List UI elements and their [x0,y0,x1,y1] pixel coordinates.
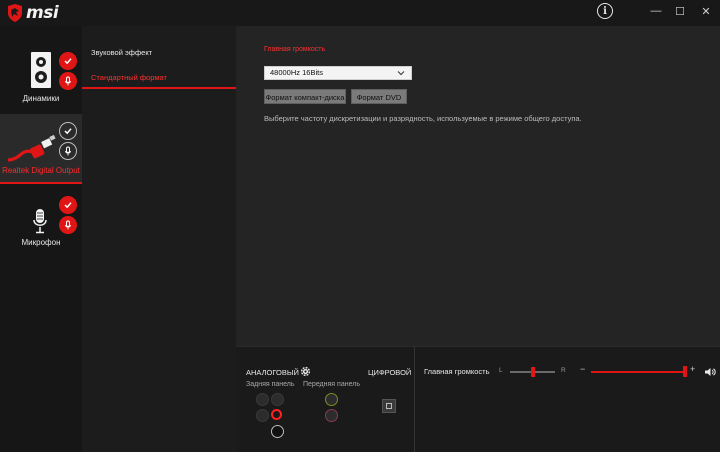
front-jack-headphone[interactable] [325,393,338,406]
volume-minus[interactable]: − [580,364,585,374]
device-list: Динамики Realtek Digital Output Микрофон [0,26,82,452]
msi-logo: msi [7,3,67,23]
maximize-button[interactable]: ☐ [669,2,691,20]
rear-jack-active[interactable] [271,409,282,420]
volume-slider-track[interactable] [591,371,685,373]
divider [414,347,415,452]
chevron-down-icon [397,71,405,76]
rear-jack[interactable] [271,425,284,438]
device-label: Микрофон [21,238,61,247]
format-dropdown[interactable]: 48000Hz 16Bits [264,66,412,80]
dragon-shield-icon [8,4,22,22]
analog-title: АНАЛОГОВЫЙ [246,368,299,377]
logo-text: msi [26,3,59,23]
settings-nav: Звуковой эффект Стандартный формат [82,26,236,452]
volume-slider-thumb[interactable] [683,366,687,377]
tab-sound-effect[interactable]: Звуковой эффект [91,48,152,57]
format-dropdown-value: 48000Hz 16Bits [270,68,323,77]
front-panel-label: Передняя панель [303,381,360,388]
rear-jack[interactable] [256,409,269,422]
cable-icon [7,134,56,162]
close-button[interactable]: ✕ [695,2,717,20]
device-digital-output[interactable]: Realtek Digital Output [0,114,82,184]
title-bar: msi i — ☐ ✕ [0,0,720,26]
master-volume-title: Главная громкость [424,367,490,376]
info-button[interactable]: i [597,3,613,19]
cd-format-button[interactable]: Формат компакт-диска [264,89,346,104]
rear-jack[interactable] [256,393,269,406]
default-comm-mic-icon[interactable] [59,72,77,90]
bottom-panel: АНАЛОГОВЫЙ ЦИФРОВОЙ Задняя панель Передн… [236,346,720,452]
default-device-check-icon[interactable] [59,52,77,70]
minimize-button[interactable]: — [645,2,667,20]
front-jack-mic[interactable] [325,409,338,422]
selected-tab-indicator [82,87,236,89]
spdif-jack-icon[interactable] [382,399,396,413]
default-comm-mic-icon[interactable] [59,142,77,160]
default-device-check-icon[interactable] [59,196,77,214]
device-label: Динамики [22,94,60,103]
help-text: Выберите частоту дискретизации и разрядн… [264,114,582,123]
rear-panel-label: Задняя панель [246,381,295,388]
rear-jack[interactable] [271,393,284,406]
default-format-panel: Главная громкость 48000Hz 16Bits Формат … [236,26,720,346]
default-comm-mic-icon[interactable] [59,216,77,234]
section-title: Главная громкость [264,46,326,53]
balance-slider-thumb[interactable] [530,367,535,377]
default-device-check-icon[interactable] [59,122,77,140]
tab-default-format[interactable]: Стандартный формат [91,73,167,82]
speaker-icon [31,52,51,88]
device-label: Realtek Digital Output [2,166,80,175]
device-speakers[interactable]: Динамики [0,26,82,114]
gear-icon[interactable] [300,366,311,377]
device-microphone[interactable]: Микрофон [0,184,82,264]
volume-plus[interactable]: + [690,364,695,374]
microphone-icon [33,209,47,234]
digital-title: ЦИФРОВОЙ [368,368,412,377]
balance-right-label: R [561,367,566,374]
dvd-format-button[interactable]: Формат DVD [351,89,407,104]
volume-speaker-icon[interactable] [704,367,716,377]
balance-left-label: L [499,367,503,374]
